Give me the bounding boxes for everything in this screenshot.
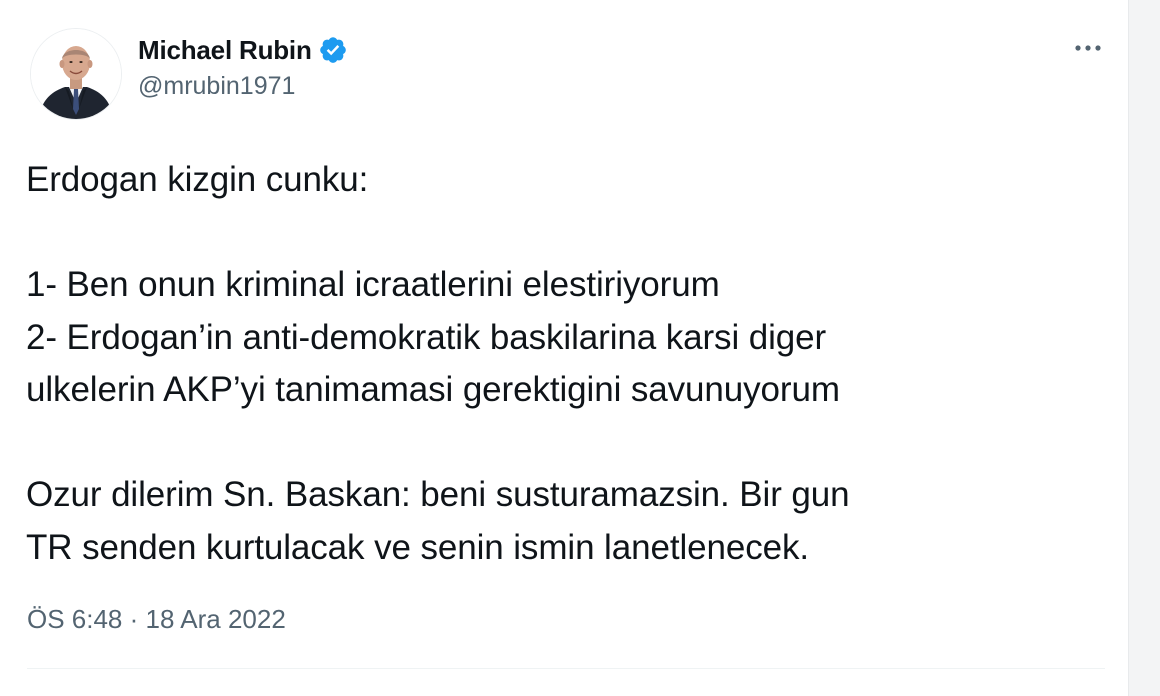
meta-separator: · (129, 604, 139, 634)
tweet-metadata: ÖS 6:48 · 18 Ara 2022 (27, 604, 286, 635)
tweet-text-line: 1- Ben onun kriminal icraatlerini elesti… (26, 265, 720, 304)
author-info: Michael Rubin @mrubin1971 (138, 32, 348, 101)
avatar-photo (31, 29, 121, 119)
more-horizontal-icon (1075, 45, 1101, 51)
page: Michael Rubin @mrubin1971 Erdogan kizgin… (0, 0, 1160, 696)
more-button[interactable] (1070, 34, 1106, 62)
tweet-text-blank-line (26, 417, 1106, 470)
tweet-text-line: ulkelerin AKP’yi tanimamasi gerektigini … (26, 370, 840, 409)
scrollbar-track[interactable] (1128, 0, 1160, 696)
author-handle[interactable]: @mrubin1971 (138, 72, 348, 101)
tweet-date-link[interactable]: 18 Ara 2022 (146, 604, 286, 634)
tweet-card: Michael Rubin @mrubin1971 Erdogan kizgin… (0, 0, 1128, 696)
avatar[interactable] (30, 28, 122, 120)
tweet-text-line: Ozur dilerim Sn. Baskan: beni susturamaz… (26, 475, 850, 514)
verified-badge-icon (318, 35, 348, 65)
tweet-text-blank-line (26, 207, 1106, 260)
author-name-row: Michael Rubin (138, 32, 348, 68)
author-display-name[interactable]: Michael Rubin (138, 35, 312, 66)
tweet-time-link[interactable]: ÖS 6:48 (27, 604, 122, 634)
tweet-text-line: 2- Erdogan’in anti-demokratik baskilarin… (26, 317, 827, 357)
tweet-header: Michael Rubin @mrubin1971 (30, 28, 1110, 120)
tweet-text: Erdogan kizgin cunku: 1- Ben onun krimin… (26, 154, 1106, 574)
tweet-text-line: Erdogan kizgin cunku: (26, 160, 369, 199)
divider (27, 668, 1105, 669)
tweet-text-line: TR senden kurtulacak ve senin ismin lane… (26, 527, 810, 567)
